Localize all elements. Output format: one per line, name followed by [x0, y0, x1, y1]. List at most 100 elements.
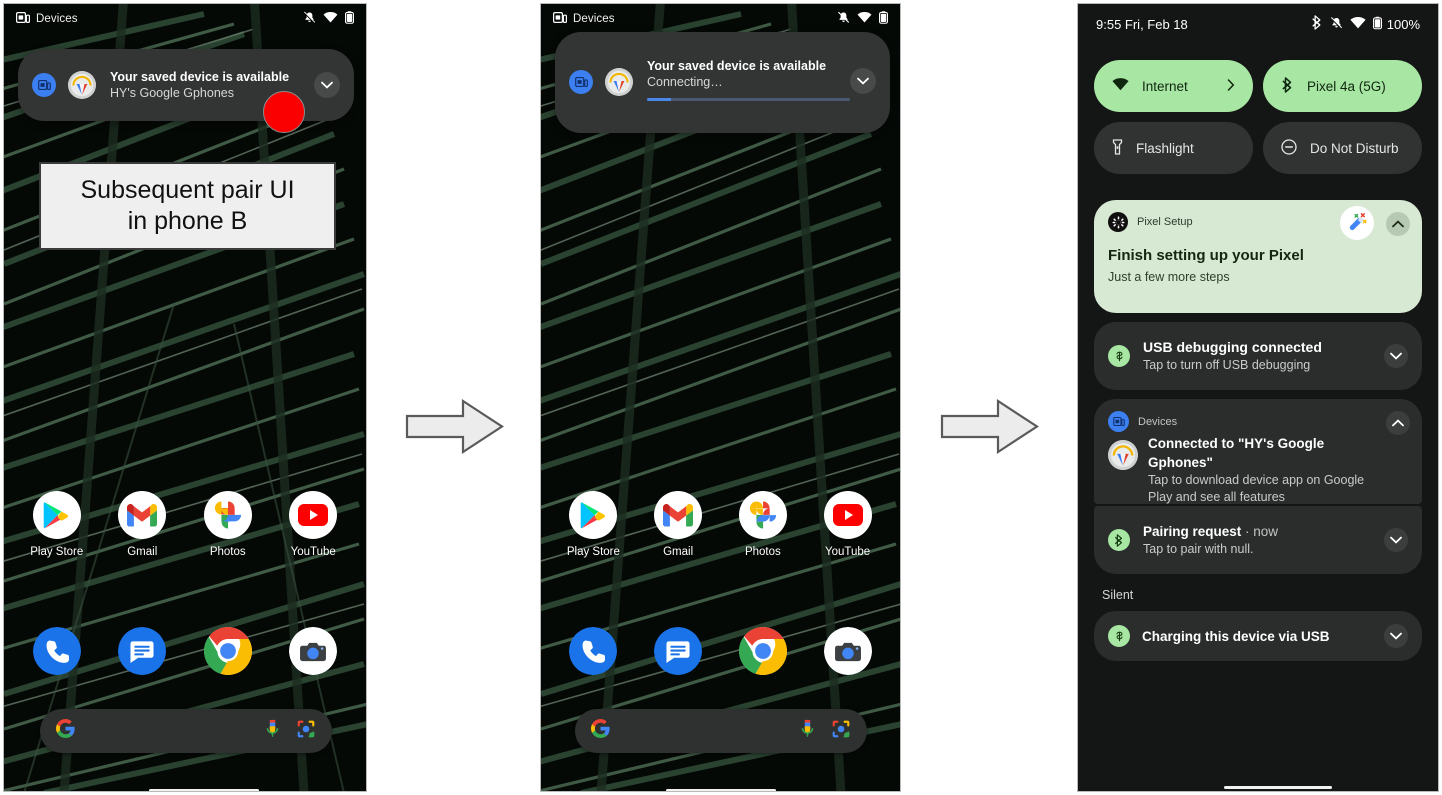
devices-icon [1108, 411, 1129, 432]
chevron-up-icon[interactable] [1386, 411, 1410, 435]
notification-usb-debugging[interactable]: USB debugging connected Tap to turn off … [1094, 322, 1422, 390]
dock-camera[interactable] [277, 627, 349, 675]
vibrate-off-icon [837, 11, 850, 27]
wifi-icon [1112, 78, 1129, 94]
phone-b-app-row: Play Store Gmail Photos YouTube [541, 491, 900, 558]
app-play-store[interactable]: Play Store [21, 491, 93, 558]
qs-tile-bluetooth[interactable]: Pixel 4a (5G) [1263, 60, 1422, 112]
phone-c-status-bar: 9:55 Fri, Feb 18 100% [1078, 4, 1438, 44]
app-youtube[interactable]: YouTube [277, 491, 349, 558]
google-search-bar[interactable] [575, 709, 867, 753]
google-search-bar[interactable] [40, 709, 332, 753]
navigation-pill[interactable] [149, 789, 259, 791]
dock-chrome[interactable] [727, 627, 799, 675]
annotation-red-dot [263, 91, 305, 133]
camera-icon [823, 627, 872, 675]
app-photos[interactable]: Photos [727, 491, 799, 558]
app-gmail[interactable]: Gmail [106, 491, 178, 558]
battery-percent-label: 100% [1386, 16, 1420, 32]
notification-list: Pixel Setup Finish setting up your Pixel… [1094, 200, 1422, 670]
dock-messages[interactable] [642, 627, 714, 675]
battery-icon [1372, 16, 1382, 33]
chevron-up-icon[interactable] [1386, 212, 1410, 236]
magic-wand-icon [1340, 206, 1374, 240]
dock-messages[interactable] [106, 627, 178, 675]
dock-phone[interactable] [557, 627, 629, 675]
notification-subtitle: Just a few more steps [1108, 270, 1230, 284]
microphone-icon[interactable] [265, 719, 280, 744]
callout-line-1: Subsequent pair UI [80, 176, 295, 204]
flashlight-icon [1112, 138, 1123, 158]
devices-icon [553, 12, 567, 26]
notification-pixel-setup[interactable]: Pixel Setup Finish setting up your Pixel… [1094, 200, 1422, 313]
notification-title: Pairing request [1143, 524, 1242, 539]
google-photos-icon [738, 491, 787, 539]
phone-icon [32, 627, 81, 675]
annotation-callout-box: Subsequent pair UI in phone B [39, 162, 336, 250]
notification-subtitle: Tap to turn off USB debugging [1143, 358, 1311, 372]
messages-icon [654, 627, 703, 675]
navigation-pill[interactable] [666, 789, 776, 791]
notification-charging-usb[interactable]: Charging this device via USB [1094, 611, 1422, 661]
messages-icon [118, 627, 167, 675]
vibrate-off-icon [303, 11, 316, 27]
gmail-icon [118, 491, 167, 539]
app-label: Photos [209, 546, 246, 558]
qs-tile-flashlight[interactable]: Flashlight [1094, 122, 1253, 174]
silent-section-header: Silent [1102, 588, 1134, 602]
status-time: 9:55 Fri, Feb 18 [1096, 16, 1188, 32]
app-photos[interactable]: Photos [192, 491, 264, 558]
google-lens-icon[interactable] [831, 719, 851, 744]
bluetooth-icon [1281, 76, 1294, 96]
callout-line-2: in phone B [127, 207, 248, 235]
chevron-down-icon[interactable] [1384, 528, 1408, 552]
quick-settings-grid: Internet Pixel 4a (5G) Flashlight Do Not… [1094, 60, 1422, 174]
wifi-icon [1350, 16, 1366, 32]
notification-app-name: Devices [1138, 415, 1178, 428]
notification-title: Charging this device via USB [1142, 628, 1330, 644]
phone-b-heads-up-notification[interactable]: Your saved device is available Connectin… [555, 32, 890, 133]
app-label: Photos [744, 546, 781, 558]
navigation-pill[interactable] [1224, 786, 1332, 789]
notification-title: Connected to "HY's Google Gphones" [1148, 436, 1325, 470]
vibrate-off-icon [1330, 16, 1343, 33]
chevron-right-icon[interactable] [1227, 78, 1235, 94]
flow-arrow-2 [940, 398, 1040, 460]
google-lens-icon[interactable] [296, 719, 316, 744]
qs-tile-do-not-disturb[interactable]: Do Not Disturb [1263, 122, 1422, 174]
app-gmail[interactable]: Gmail [642, 491, 714, 558]
chevron-down-icon[interactable] [850, 68, 876, 94]
google-g-icon [591, 719, 610, 743]
app-label: Gmail [127, 546, 158, 558]
bluetooth-icon [1108, 529, 1130, 551]
notification-time: now [1253, 524, 1279, 539]
app-youtube[interactable]: YouTube [812, 491, 884, 558]
phone-icon [569, 627, 618, 675]
notification-pairing-request[interactable]: Pairing request · now Tap to pair with n… [1094, 506, 1422, 574]
dock-phone[interactable] [21, 627, 93, 675]
bluetooth-icon [1311, 15, 1323, 33]
devices-icon [569, 70, 593, 94]
chevron-down-icon[interactable] [1384, 624, 1408, 648]
app-label: YouTube [290, 546, 336, 558]
app-label: Play Store [30, 546, 84, 558]
dock-chrome[interactable] [192, 627, 264, 675]
camera-icon [289, 627, 338, 675]
chevron-down-icon[interactable] [314, 72, 340, 98]
headphones-avatar [605, 68, 633, 96]
flow-arrow-1 [405, 398, 505, 460]
chevron-down-icon[interactable] [1384, 344, 1408, 368]
play-store-icon [32, 491, 81, 539]
dock-camera[interactable] [812, 627, 884, 675]
notification-devices[interactable]: Devices Connected to "HY's Google Gphone… [1094, 399, 1422, 504]
qs-tile-internet[interactable]: Internet [1094, 60, 1253, 112]
devices-icon [16, 12, 30, 26]
status-app-label: Devices [36, 13, 78, 25]
app-play-store[interactable]: Play Store [557, 491, 629, 558]
phone-a-status-bar: Devices [4, 4, 366, 34]
do-not-disturb-icon [1281, 138, 1297, 158]
chrome-icon [203, 627, 252, 675]
microphone-icon[interactable] [800, 719, 815, 744]
phone-a-screenshot: Devices Your saved device is available H… [3, 3, 367, 792]
wifi-icon [857, 12, 872, 26]
